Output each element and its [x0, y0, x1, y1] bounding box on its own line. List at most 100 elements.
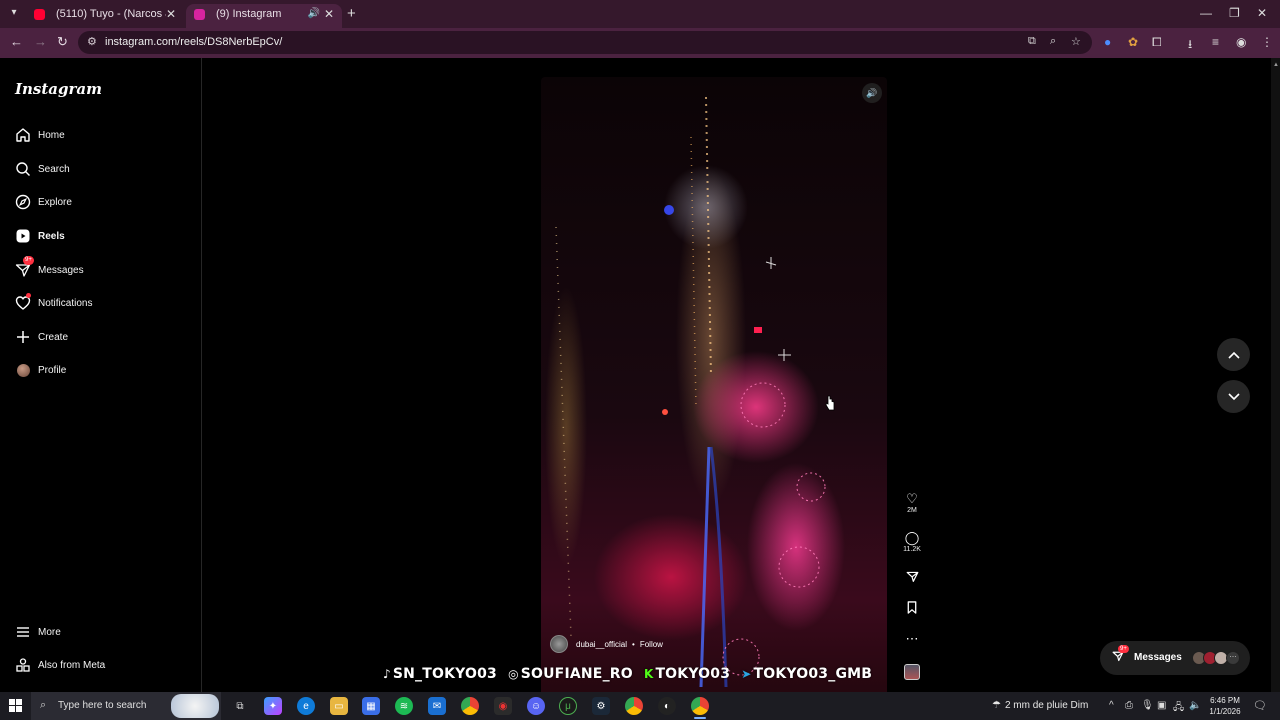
speaker-icon[interactable]: 🔊	[308, 4, 320, 24]
nav-reels[interactable]: Reels	[14, 223, 194, 249]
share-action[interactable]	[900, 570, 924, 586]
restore-button[interactable]: ❐	[1229, 6, 1240, 20]
send-icon[interactable]	[900, 570, 924, 586]
profile-avatar-icon[interactable]: ◉	[1236, 35, 1246, 49]
copilot-icon[interactable]: ✦	[264, 697, 282, 715]
nav-messages[interactable]: 9+ Messages	[14, 256, 194, 283]
menu-icon[interactable]: ⋮	[1261, 35, 1273, 49]
display-icon[interactable]: ▣	[1157, 700, 1166, 711]
tray-app-icon[interactable]: ⎙	[1125, 700, 1133, 711]
tray-overflow-icon[interactable]: ^	[1109, 700, 1114, 711]
instagram-page: Instagram Home Search Explore Reels 9+ M…	[0, 58, 1280, 692]
download-icon[interactable]: ⭳	[1188, 35, 1192, 56]
discord-icon[interactable]: ☺	[527, 697, 545, 715]
weather-widget[interactable]: ☂ 2 mm de pluie Dim	[992, 700, 1088, 711]
extension-icon[interactable]: ✿	[1128, 35, 1138, 49]
next-reel-button[interactable]	[1217, 380, 1250, 413]
spotify-icon[interactable]: ≋	[395, 697, 413, 715]
nav-search[interactable]: Search	[14, 156, 194, 182]
browser-tab-youtube[interactable]: (5110) Tuyo - (Narcos & Narcos ✕	[26, 4, 184, 28]
utorrent-icon[interactable]: μ	[559, 697, 577, 715]
browser-tab-instagram[interactable]: (9) Instagram 🔊 ✕	[186, 4, 342, 28]
new-tab-button[interactable]: +	[347, 5, 356, 22]
messages-pill[interactable]: 9+ Messages ⋯	[1100, 641, 1250, 675]
nav-explore[interactable]: Explore	[14, 189, 194, 215]
home-icon	[14, 126, 32, 144]
address-bar[interactable]: ⚙ instagram.com/reels/DS8NerbEpCv/ ⧉ ⌕ ☆	[78, 31, 1092, 54]
chrome-icon[interactable]	[461, 697, 479, 715]
minimize-button[interactable]: —	[1200, 6, 1212, 20]
network-icon[interactable]: 🖧	[1173, 700, 1184, 717]
nav-home[interactable]: Home	[14, 122, 194, 148]
meta-threads-icon	[14, 656, 32, 674]
bookmark-star-icon[interactable]: ☆	[1071, 35, 1081, 48]
more-dots-icon[interactable]: ⋯	[900, 632, 924, 646]
nav-profile[interactable]: Profile	[14, 357, 194, 383]
microphone-icon[interactable]: 🎙	[1141, 700, 1154, 711]
heart-icon[interactable]: ♡	[900, 492, 924, 506]
taskbar-search-placeholder[interactable]: Type here to search	[58, 700, 146, 711]
nav-label: Messages	[38, 264, 84, 276]
stream-watermark: ♪ SN_TOKYO03 ◎ SOUFIANE_RO K TOKYO03 ➤ TOKYO…	[383, 666, 872, 682]
telegram-icon: ➤	[741, 667, 752, 681]
reel-video[interactable]: 🔊 dubai__official • Follow	[541, 77, 887, 692]
scroll-up-arrow-icon[interactable]: ▲	[1273, 62, 1279, 68]
file-explorer-icon[interactable]: ▭	[330, 697, 348, 715]
save-action[interactable]	[900, 601, 924, 617]
close-window-button[interactable]: ✕	[1257, 6, 1267, 20]
steam-icon[interactable]: ⚙	[592, 697, 610, 715]
nav-label: Create	[38, 331, 69, 343]
media-app-icon[interactable]: ◐	[658, 697, 676, 715]
close-icon[interactable]: ✕	[166, 4, 176, 24]
like-action[interactable]: ♡ 2M	[900, 492, 924, 515]
install-app-icon[interactable]: ⧉	[1028, 35, 1036, 48]
url-text[interactable]: instagram.com/reels/DS8NerbEpCv/	[105, 36, 282, 48]
audio-thumbnail[interactable]	[900, 664, 924, 680]
volume-button[interactable]: 🔊	[862, 83, 882, 103]
reel-username[interactable]: dubai__official	[576, 640, 627, 649]
extensions-puzzle-icon[interactable]: ⧠	[1152, 35, 1162, 50]
mail-icon[interactable]: ✉	[428, 697, 446, 715]
avatar[interactable]	[550, 635, 568, 653]
hand-cursor-icon	[825, 395, 835, 411]
tab-title: (9) Instagram	[216, 8, 282, 20]
instagram-logo[interactable]: Instagram	[15, 80, 102, 98]
chevron-down-icon	[1227, 392, 1240, 400]
speaker-icon[interactable]: 🔈	[1189, 700, 1201, 711]
tab-search-button[interactable]: ▾	[6, 5, 22, 21]
edge-icon[interactable]: e	[297, 697, 315, 715]
reload-button[interactable]: ↻	[57, 34, 68, 50]
notification-center-icon[interactable]: 🗨	[1253, 699, 1267, 712]
previous-reel-button[interactable]	[1217, 338, 1250, 371]
more-options[interactable]: ⋯	[900, 632, 924, 646]
notification-dot	[26, 293, 31, 298]
bookmark-icon[interactable]	[900, 601, 924, 617]
chrome-icon[interactable]	[691, 697, 709, 719]
follow-button[interactable]: Follow	[640, 640, 663, 649]
nav-more[interactable]: More	[14, 619, 194, 645]
store-icon[interactable]: ▦	[362, 697, 380, 715]
task-view-icon[interactable]: ⧉	[231, 697, 249, 715]
extension-icon[interactable]: ●	[1104, 35, 1111, 49]
nav-also-from-meta[interactable]: Also from Meta	[14, 652, 194, 678]
comment-action[interactable]: ◯ 11.2K	[900, 531, 924, 554]
zoom-icon[interactable]: ⌕	[1050, 35, 1056, 48]
close-icon[interactable]: ✕	[324, 4, 334, 24]
chrome-icon[interactable]	[625, 697, 643, 715]
forward-button[interactable]: →	[34, 34, 47, 49]
nav-create[interactable]: Create	[14, 324, 194, 350]
nav-notifications[interactable]: Notifications	[14, 290, 194, 316]
reading-list-icon[interactable]: ≡	[1212, 35, 1219, 49]
site-info-icon[interactable]: ⚙	[87, 35, 97, 48]
taskbar-clock[interactable]: 6:46 PM 1/1/2026	[1205, 695, 1245, 717]
instagram-icon	[194, 9, 205, 20]
more-dots-icon: ⋯	[1226, 651, 1240, 665]
windows-start-icon[interactable]	[9, 699, 22, 712]
page-scrollbar[interactable]: ▲	[1271, 58, 1280, 692]
audio-thumbnail-image[interactable]	[904, 664, 920, 680]
back-button[interactable]: ←	[10, 34, 23, 49]
reel-author: dubai__official • Follow	[550, 635, 663, 653]
comment-icon[interactable]: ◯	[900, 531, 924, 545]
recorder-icon[interactable]: ◉	[494, 697, 512, 715]
taskbar-search[interactable]: ⌕ Type here to search	[31, 692, 221, 720]
